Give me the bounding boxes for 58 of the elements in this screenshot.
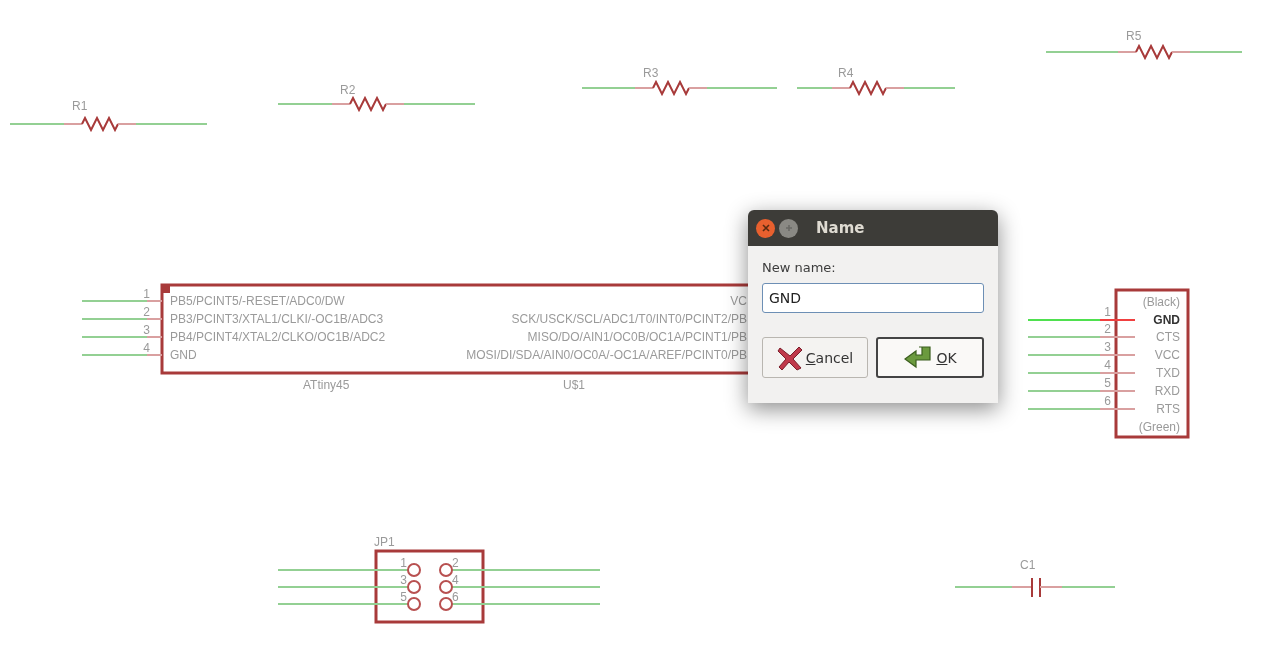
pin-label: GND (170, 348, 197, 362)
part-label: C1 (1020, 558, 1036, 572)
ok-button[interactable]: OK (876, 337, 984, 378)
pin-label: CTS (1156, 330, 1180, 344)
pin-number: 5 (400, 590, 407, 604)
pin-pad (439, 580, 453, 594)
pin-number: 1 (400, 556, 407, 570)
pin-number: 3 (1104, 340, 1111, 354)
pin-label: VC (730, 294, 747, 308)
pin-number: 1 (1104, 305, 1111, 319)
pin-label: PB5/PCINT5/-RESET/ADC0/DW (170, 294, 345, 308)
part-label: (Green) (1138, 420, 1180, 434)
arrow-icon (903, 344, 934, 371)
pin-pad (407, 580, 421, 594)
field-label: New name: (762, 260, 837, 275)
pin-label: GND (1153, 313, 1180, 327)
pin-label: RTS (1156, 402, 1180, 416)
pin-number: 2 (1104, 322, 1111, 336)
maximize-button[interactable] (779, 218, 798, 238)
pin-number: 2 (452, 556, 459, 570)
pin-label: RXD (1154, 384, 1180, 398)
close-icon (760, 223, 771, 233)
part-label: R1 (72, 99, 88, 113)
part-label: R3 (643, 66, 659, 80)
pin-pad (407, 597, 421, 611)
part-label: R4 (838, 66, 854, 80)
pin-label: SCK/USCK/SCL/ADC1/T0/INT0/PCINT2/PB (511, 312, 747, 326)
part-label: ATtiny45 (303, 378, 350, 392)
pin-number: 6 (452, 590, 459, 604)
part-label: R2 (340, 83, 356, 97)
pin-number: 2 (143, 305, 150, 319)
pin-pad (439, 597, 453, 611)
pin-number: 4 (1104, 358, 1111, 372)
pin-number: 1 (143, 287, 150, 301)
pin-number: 5 (1104, 376, 1111, 390)
pin-label: PB4/PCINT4/XTAL2/CLKO/OC1B/ADC2 (170, 330, 386, 344)
pin-label: MOSI/DI/SDA/AIN0/OC0A/-OC1A/AREF/PCINT0/PB (466, 348, 747, 362)
pin-number: 3 (143, 323, 150, 337)
plus-icon (783, 223, 794, 233)
pin-number: 6 (1104, 394, 1111, 408)
part-label: (Black) (1142, 295, 1180, 309)
pin-label: MISO/DO/AIN1/OC0B/OC1A/PCINT1/PB (527, 330, 747, 344)
name-field[interactable]: GND (762, 283, 984, 313)
cross-icon (776, 344, 803, 371)
part-label: R5 (1126, 29, 1142, 43)
pin-number: 4 (143, 341, 150, 355)
pin-number: 3 (400, 573, 407, 587)
close-button[interactable] (756, 218, 775, 238)
pin-pad (407, 563, 421, 577)
pin-label: VCC (1154, 348, 1180, 362)
window-title: Name (816, 219, 865, 237)
pin-label: TXD (1156, 366, 1180, 380)
pin-label: PB3/PCINT3/XTAL1/CLKI/-OC1B/ADC3 (170, 312, 384, 326)
part-label: JP1 (374, 535, 395, 549)
pin-number: 4 (452, 573, 459, 587)
part-label: U$1 (563, 378, 585, 392)
cancel-button[interactable]: Cancel (762, 337, 868, 378)
pin-pad (439, 563, 453, 577)
